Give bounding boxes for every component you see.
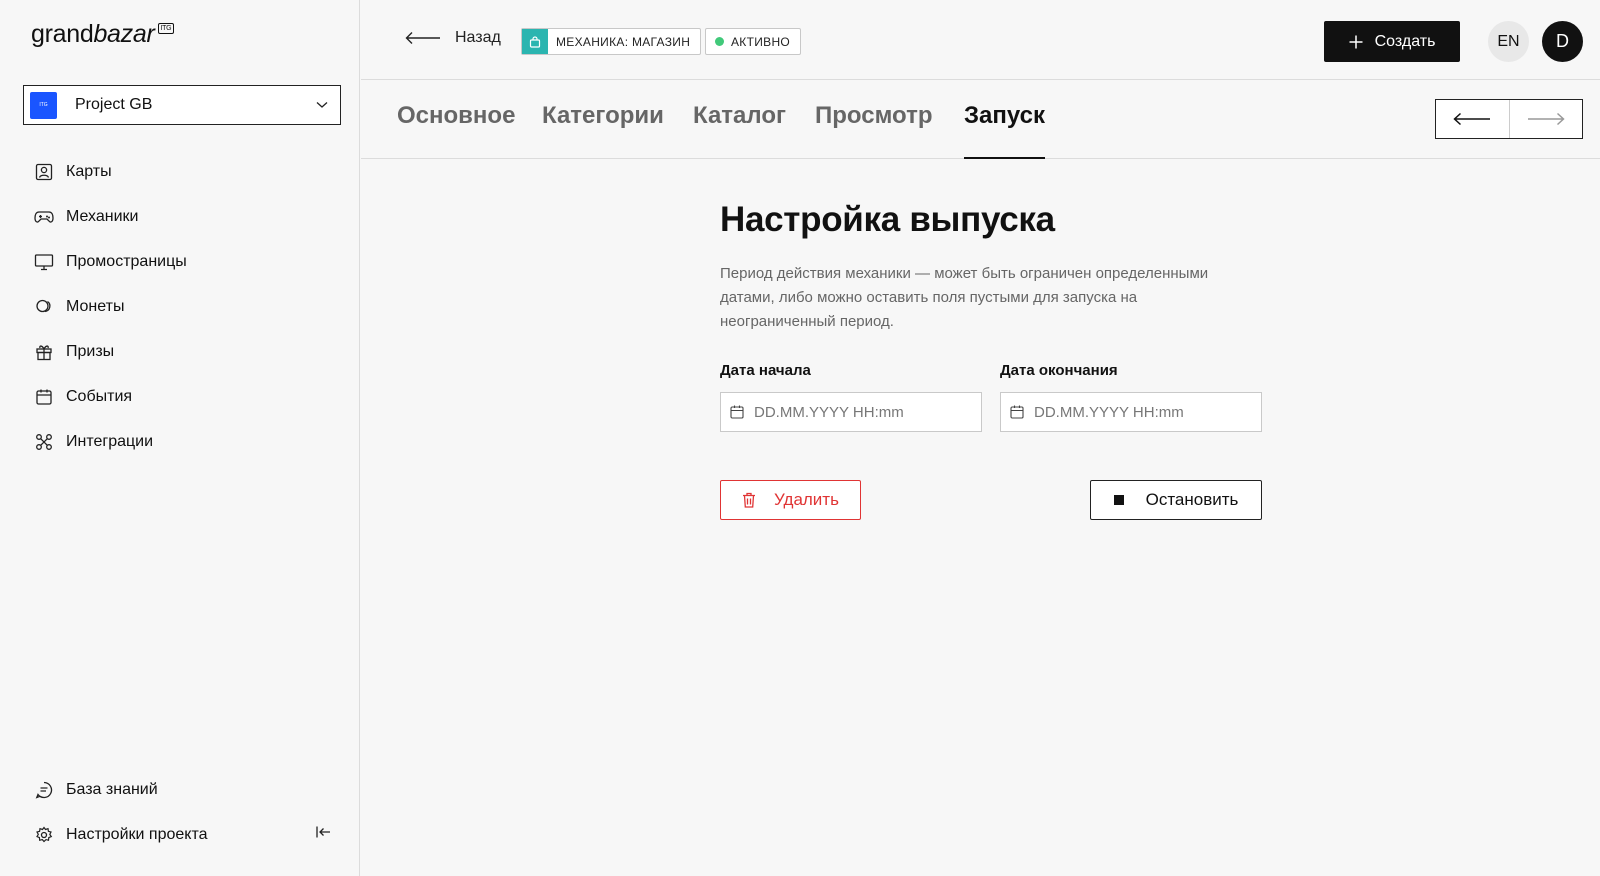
stop-button[interactable]: Остановить bbox=[1090, 480, 1262, 520]
mechanic-type-label: МЕХАНИКА: МАГАЗИН bbox=[556, 34, 691, 49]
tab-preview[interactable]: Просмотр bbox=[815, 102, 933, 159]
next-tab-button[interactable] bbox=[1510, 100, 1583, 138]
sidebar-item-events[interactable]: События bbox=[0, 374, 359, 419]
tab-categories[interactable]: Категории bbox=[542, 102, 664, 159]
sidebar-item-label: Механики bbox=[66, 207, 139, 225]
status-badge: АКТИВНО bbox=[705, 28, 802, 55]
chevron-down-icon bbox=[316, 102, 328, 108]
tab-catalog[interactable]: Каталог bbox=[693, 102, 786, 159]
sidebar-item-integrations[interactable]: Интеграции bbox=[0, 419, 359, 464]
sidebar: grand bazar ITG ITG Project GB Карты Меха… bbox=[0, 0, 360, 876]
sidebar-item-label: Монеты bbox=[66, 297, 125, 315]
sidebar-item-label: Карты bbox=[66, 162, 112, 180]
end-date-placeholder: DD.MM.YYYY HH:mm bbox=[1034, 403, 1184, 421]
arrow-left-icon bbox=[405, 32, 440, 44]
tabs-bar: Основное Категории Каталог Просмотр Запу… bbox=[361, 80, 1600, 159]
sidebar-item-label: Настройки проекта bbox=[66, 825, 208, 843]
back-label: Назад bbox=[455, 29, 501, 46]
arrow-left-icon bbox=[1453, 112, 1491, 126]
sidebar-item-promopages[interactable]: Промостраницы bbox=[0, 239, 359, 284]
start-date-label: Дата начала bbox=[720, 362, 811, 379]
sidebar-item-mechanics[interactable]: Механики bbox=[0, 194, 359, 239]
gift-icon bbox=[34, 342, 54, 362]
sidebar-item-project-settings[interactable]: Настройки проекта bbox=[0, 812, 359, 857]
avatar[interactable]: D bbox=[1542, 21, 1583, 62]
trash-icon bbox=[743, 492, 756, 508]
plus-icon bbox=[1349, 35, 1363, 48]
sidebar-item-cards[interactable]: Карты bbox=[0, 149, 359, 194]
end-date-field: Дата окончания DD.MM.YYYY HH:mm bbox=[1000, 362, 1262, 432]
shopping-bag-icon bbox=[522, 29, 548, 54]
coins-icon bbox=[34, 297, 54, 317]
end-date-label: Дата окончания bbox=[1000, 362, 1118, 379]
delete-button[interactable]: Удалить bbox=[720, 480, 861, 520]
tab-main[interactable]: Основное bbox=[397, 102, 515, 159]
start-date-field: Дата начала DD.MM.YYYY HH:mm bbox=[720, 362, 982, 432]
gamepad-icon bbox=[34, 207, 54, 227]
logo-text-2: bazar bbox=[93, 20, 155, 48]
back-button[interactable]: Назад bbox=[405, 29, 501, 47]
monitor-icon bbox=[34, 252, 54, 272]
settings-icon bbox=[34, 825, 54, 845]
calendar-icon bbox=[1010, 405, 1024, 419]
topbar: Назад МЕХАНИКА: МАГАЗИН АКТИВНО Создать … bbox=[361, 0, 1600, 80]
chat-doc-icon bbox=[34, 780, 54, 800]
collapse-sidebar-icon[interactable] bbox=[315, 825, 331, 844]
sidebar-item-label: События bbox=[66, 387, 133, 405]
calendar-icon bbox=[730, 405, 744, 419]
status-label: АКТИВНО bbox=[731, 34, 791, 49]
integrations-icon bbox=[34, 432, 54, 452]
sidebar-item-label: Интеграции bbox=[66, 432, 154, 450]
id-card-icon bbox=[34, 162, 54, 182]
delete-label: Удалить bbox=[774, 490, 839, 509]
create-button[interactable]: Создать bbox=[1324, 21, 1460, 62]
logo-badge: ITG bbox=[157, 23, 175, 34]
calendar-icon bbox=[34, 387, 54, 407]
start-date-placeholder: DD.MM.YYYY HH:mm bbox=[754, 403, 904, 421]
project-name: Project GB bbox=[75, 96, 153, 113]
arrow-right-icon bbox=[1527, 112, 1565, 126]
release-settings: Настройка выпуска Период действия механи… bbox=[720, 200, 1262, 520]
tab-launch[interactable]: Запуск bbox=[964, 102, 1045, 159]
start-date-input[interactable]: DD.MM.YYYY HH:mm bbox=[720, 392, 982, 432]
mechanic-type-badge: МЕХАНИКА: МАГАЗИН bbox=[521, 28, 702, 55]
sidebar-nav: Карты Механики Промостраницы Монеты Приз… bbox=[0, 149, 359, 464]
action-buttons: Удалить Остановить bbox=[720, 480, 1262, 520]
sidebar-item-label: База знаний bbox=[66, 780, 158, 798]
stop-icon bbox=[1113, 495, 1124, 505]
sidebar-item-knowledge-base[interactable]: База знаний bbox=[0, 767, 359, 812]
language-switch[interactable]: EN bbox=[1488, 21, 1529, 62]
logo[interactable]: grand bazar ITG bbox=[31, 20, 175, 49]
end-date-input[interactable]: DD.MM.YYYY HH:mm bbox=[1000, 392, 1262, 432]
page-description: Период действия механики — может быть ог… bbox=[720, 265, 1209, 330]
stop-label: Остановить bbox=[1145, 490, 1239, 509]
sidebar-item-prizes[interactable]: Призы bbox=[0, 329, 359, 374]
sidebar-bottom-nav: База знаний Настройки проекта bbox=[0, 767, 359, 857]
sidebar-item-label: Призы bbox=[66, 342, 115, 360]
page-title: Настройка выпуска bbox=[720, 200, 1055, 239]
project-select[interactable]: ITG Project GB bbox=[23, 85, 341, 125]
sidebar-item-label: Промостраницы bbox=[66, 252, 187, 270]
date-fields: Дата начала DD.MM.YYYY HH:mm Дата оконча… bbox=[720, 362, 1262, 432]
sidebar-item-coins[interactable]: Монеты bbox=[0, 284, 359, 329]
create-label: Создать bbox=[1374, 32, 1436, 50]
status-dot bbox=[715, 37, 724, 46]
tab-pager bbox=[1435, 99, 1583, 139]
prev-tab-button[interactable] bbox=[1436, 100, 1510, 138]
logo-text-1: grand bbox=[31, 20, 94, 48]
project-icon: ITG bbox=[30, 91, 57, 119]
